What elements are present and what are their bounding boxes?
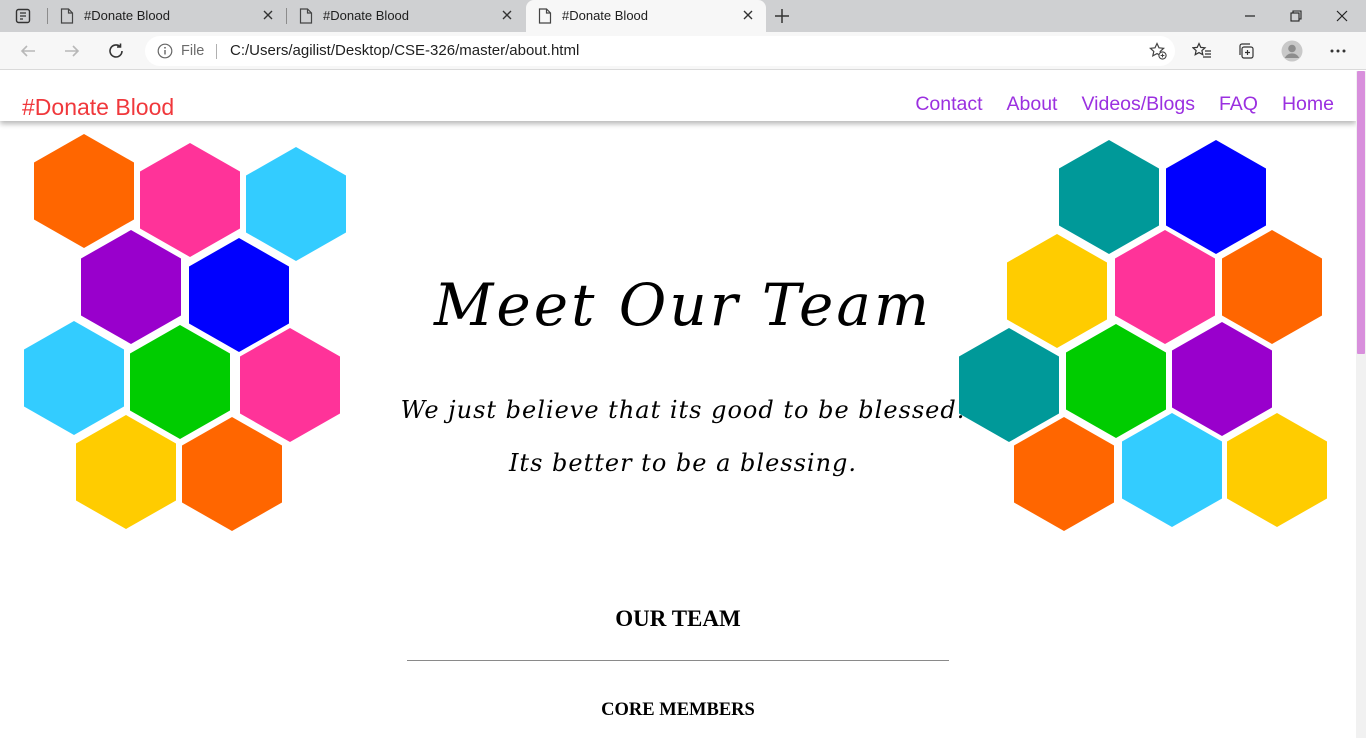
hero-subtitle: We just believe that its good to be bles… [400,384,966,490]
hexagon-decoration [1059,140,1159,254]
info-icon[interactable] [157,43,173,59]
nav-link-home[interactable]: Home [1282,93,1334,116]
page-scrollbar[interactable] [1356,71,1366,738]
hero-subtitle-line: We just believe that its good to be bles… [400,396,966,424]
url-text[interactable]: C:/Users/agilist/Desktop/CSE-326/master/… [230,42,579,59]
hero-title: Meet Our Team [434,271,932,339]
page-icon [60,8,74,24]
url-scheme: File [181,43,205,59]
nav-link-faq[interactable]: FAQ [1219,93,1258,116]
hexagon-decoration [76,415,176,529]
add-favorite-icon[interactable] [1149,42,1167,60]
more-options-icon[interactable] [1327,40,1349,62]
nav-link-contact[interactable]: Contact [915,93,982,116]
window-close-button[interactable] [1332,6,1352,26]
tab-2[interactable]: #Donate Blood [287,0,525,32]
site-navbar: #Donate Blood Contact About Videos/Blogs… [0,71,1356,121]
hexagon-decoration [1166,140,1266,254]
hexagon-decoration [81,230,181,344]
core-members-heading: CORE MEMBERS [601,700,755,720]
tab-title: #Donate Blood [562,8,649,23]
hexagon-decoration [1066,324,1166,438]
tab-3-active[interactable]: #Donate Blood [526,0,766,32]
forward-button[interactable] [61,40,83,62]
hexagon-decoration [1007,234,1107,348]
hexagon-decoration [182,417,282,531]
hexagon-decoration [130,325,230,439]
hexagon-decoration [1222,230,1322,344]
hero-subtitle-line: Its better to be a blessing. [508,449,858,477]
hexagon-decoration [189,238,289,352]
restore-button[interactable] [1286,6,1306,26]
favorites-icon[interactable] [1191,40,1213,62]
hexagon-decoration [1014,417,1114,531]
close-icon[interactable] [499,7,515,23]
hexagon-decoration [140,143,240,257]
nav-links: Contact About Videos/Blogs FAQ Home [915,93,1334,116]
close-icon[interactable] [260,7,276,23]
scrollbar-thumb[interactable] [1357,71,1365,354]
tab-title: #Donate Blood [323,8,410,23]
hexagon-decoration [24,321,124,435]
tab-strip: #Donate Blood #Donate Blood #Donate Bloo… [0,0,1366,32]
page-icon [538,8,552,24]
brand-link[interactable]: #Donate Blood [22,94,174,121]
hexagon-decoration [1172,322,1272,436]
nav-link-videos-blogs[interactable]: Videos/Blogs [1081,93,1194,116]
tab-1[interactable]: #Donate Blood [48,0,286,32]
close-icon[interactable] [740,7,756,23]
hexagon-decoration [1227,413,1327,527]
refresh-button[interactable] [105,40,127,62]
nav-link-about[interactable]: About [1007,93,1058,116]
hexagon-decoration [1115,230,1215,344]
url-divider [216,44,217,59]
collections-icon[interactable] [1235,40,1257,62]
minimize-button[interactable] [1240,6,1260,26]
hexagon-decoration [246,147,346,261]
section-divider [407,660,949,661]
team-heading: OUR TEAM [615,606,741,631]
page-viewport: #Donate Blood Contact About Videos/Blogs… [0,71,1356,738]
new-tab-button[interactable] [772,6,792,26]
window-menu-icon[interactable] [14,7,32,25]
page-icon [299,8,313,24]
tab-title: #Donate Blood [84,8,171,23]
hexagon-decoration [240,328,340,442]
back-button[interactable] [17,40,39,62]
hexagon-decoration [959,328,1059,442]
hexagon-decoration [1122,413,1222,527]
profile-avatar-icon[interactable] [1281,40,1303,62]
address-bar: File C:/Users/agilist/Desktop/CSE-326/ma… [0,32,1366,70]
hexagon-decoration [34,134,134,248]
url-field[interactable]: File C:/Users/agilist/Desktop/CSE-326/ma… [145,36,1175,66]
